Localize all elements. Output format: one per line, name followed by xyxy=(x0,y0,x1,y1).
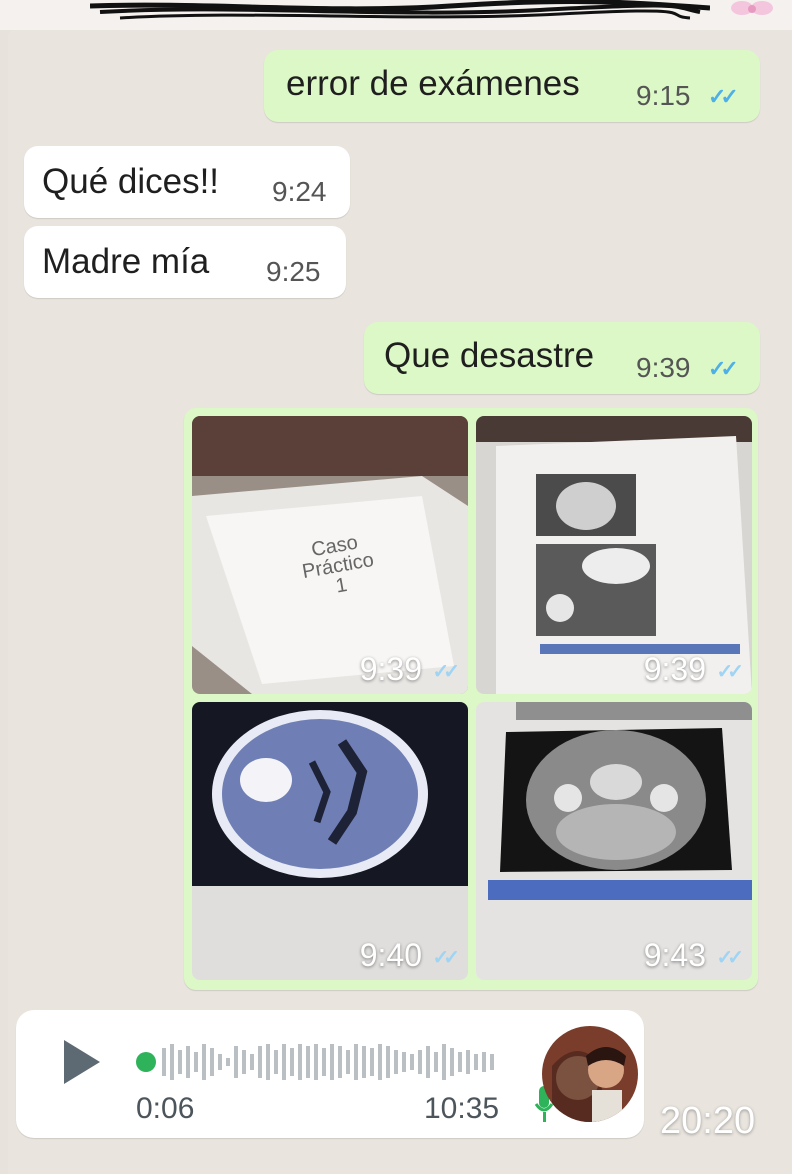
read-receipt-icon: ✓✓ xyxy=(708,356,739,381)
outgoing-message[interactable]: Que desastre 9:39 ✓✓ xyxy=(364,322,760,394)
read-receipt-icon: ✓✓ xyxy=(432,947,459,969)
photo-xray[interactable]: 9:39 ✓✓ xyxy=(476,416,752,694)
incoming-message[interactable]: Madre mía 9:25 xyxy=(24,226,346,298)
bow-sticker-icon xyxy=(731,1,773,15)
photo-time: 9:40 xyxy=(359,937,422,973)
read-receipt-icon: ✓✓ xyxy=(432,661,459,683)
play-icon[interactable] xyxy=(64,1040,100,1084)
photo-time: 9:43 xyxy=(643,937,706,973)
photo-time: 9:39 xyxy=(359,651,422,687)
message-text: Qué dices!! xyxy=(42,162,220,201)
message-text: Madre mía xyxy=(42,242,210,281)
chat-header-strip xyxy=(0,0,792,30)
message-time: 9:15 xyxy=(636,80,691,111)
message-text: Que desastre xyxy=(384,336,595,375)
incoming-message[interactable]: Qué dices!! 9:24 xyxy=(24,146,350,218)
read-receipt-icon: ✓✓ xyxy=(716,947,743,969)
message-time: 9:39 xyxy=(636,352,691,383)
voice-duration: 0:06 xyxy=(136,1092,195,1125)
waveform[interactable] xyxy=(160,1040,500,1084)
playback-position-handle[interactable] xyxy=(136,1052,156,1072)
voice-message[interactable]: 0:06 10:35 xyxy=(16,1010,644,1138)
head-ct-photo-icon xyxy=(476,702,752,980)
read-receipt-icon: ✓✓ xyxy=(716,661,743,683)
read-receipt-icon: ✓✓ xyxy=(708,84,739,109)
brain-ct-photo-icon xyxy=(192,702,468,980)
message-text: error de exámenes xyxy=(286,64,580,103)
voice-time: 10:35 xyxy=(424,1092,500,1125)
photo-time: 9:39 xyxy=(643,651,706,687)
photo-document[interactable]: Caso Práctico 1 9:39 ✓✓ xyxy=(192,416,468,694)
sender-avatar[interactable] xyxy=(542,1026,638,1122)
message-time: 9:25 xyxy=(266,256,321,287)
message-time: 9:24 xyxy=(272,176,327,207)
xray-photo-icon xyxy=(476,416,752,694)
outgoing-message[interactable]: error de exámenes 9:15 ✓✓ xyxy=(264,50,760,122)
photo-album[interactable]: Caso Práctico 1 9:39 ✓✓ 9:39 ✓✓ 9:40 ✓✓ … xyxy=(184,408,758,990)
photo-brain-ct[interactable]: 9:40 ✓✓ xyxy=(192,702,468,980)
redaction-scribble xyxy=(90,0,710,20)
avatar-photo-icon xyxy=(542,1026,638,1122)
overlay-time: 20:20 xyxy=(660,1100,756,1142)
photo-head-ct[interactable]: 9:43 ✓✓ xyxy=(476,702,752,980)
